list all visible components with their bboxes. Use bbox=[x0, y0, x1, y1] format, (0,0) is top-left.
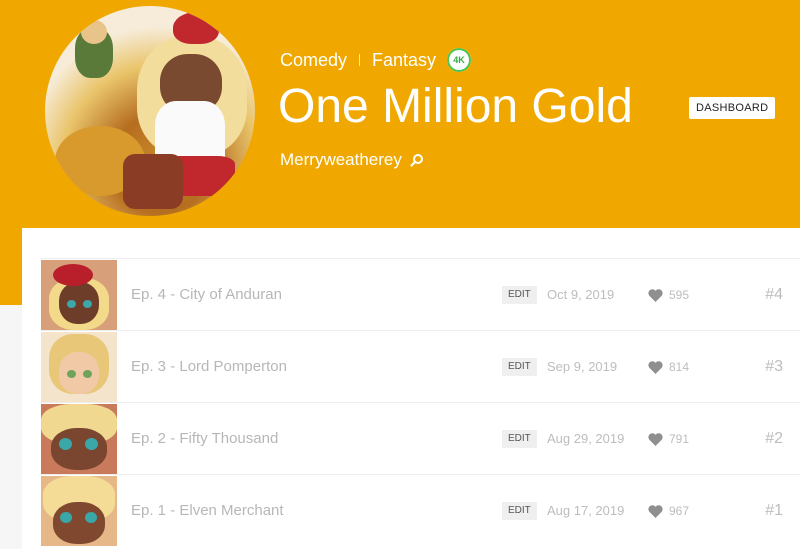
heart-icon bbox=[648, 432, 663, 446]
episode-date: Aug 17, 2019 bbox=[547, 503, 625, 518]
genre-link-comedy[interactable]: Comedy bbox=[280, 50, 347, 71]
episode-number: #1 bbox=[765, 502, 783, 519]
episode-thumbnail[interactable] bbox=[41, 404, 117, 474]
episode-date: Sep 9, 2019 bbox=[547, 359, 618, 374]
edit-button[interactable]: EDIT bbox=[502, 286, 537, 304]
like-count: 967 bbox=[648, 475, 689, 547]
like-count-value: 967 bbox=[669, 504, 690, 518]
heart-icon bbox=[648, 288, 663, 302]
genre-row: Comedy Fantasy 4K bbox=[280, 46, 474, 74]
edit-button[interactable]: EDIT bbox=[502, 358, 537, 376]
search-icon[interactable] bbox=[410, 153, 424, 167]
series-cover-image bbox=[45, 6, 255, 216]
like-count-value: 814 bbox=[669, 360, 690, 374]
episode-row[interactable]: Ep. 2 - Fifty Thousand EDIT Aug 29, 2019… bbox=[41, 402, 800, 474]
episode-thumbnail[interactable] bbox=[41, 332, 117, 402]
episode-date: Oct 9, 2019 bbox=[547, 287, 615, 302]
genre-link-fantasy[interactable]: Fantasy bbox=[372, 50, 436, 71]
episode-title[interactable]: Ep. 1 - Elven Merchant bbox=[131, 475, 284, 547]
episode-date: Aug 29, 2019 bbox=[547, 431, 625, 446]
episode-number: #4 bbox=[765, 286, 783, 303]
author-link[interactable]: Merryweatherey bbox=[280, 150, 402, 170]
quality-badge: 4K bbox=[445, 46, 474, 74]
heart-icon bbox=[648, 360, 663, 374]
episode-thumbnail[interactable] bbox=[41, 476, 117, 546]
series-title: One Million Gold bbox=[278, 80, 633, 133]
episode-row[interactable]: Ep. 4 - City of Anduran EDIT Oct 9, 2019… bbox=[41, 258, 800, 330]
dashboard-button[interactable]: DASHBOARD bbox=[689, 97, 776, 119]
episode-row[interactable]: Ep. 3 - Lord Pomperton EDIT Sep 9, 2019 … bbox=[41, 330, 800, 402]
episode-number: #3 bbox=[765, 358, 783, 375]
episode-title[interactable]: Ep. 4 - City of Anduran bbox=[131, 259, 282, 331]
author-row: Merryweatherey bbox=[280, 148, 424, 172]
like-count: 814 bbox=[648, 331, 689, 403]
edit-button[interactable]: EDIT bbox=[502, 502, 537, 520]
episode-title[interactable]: Ep. 2 - Fifty Thousand bbox=[131, 403, 278, 475]
heart-icon bbox=[648, 504, 663, 518]
genre-separator bbox=[359, 54, 361, 66]
episode-title[interactable]: Ep. 3 - Lord Pomperton bbox=[131, 331, 287, 403]
edit-button[interactable]: EDIT bbox=[502, 430, 537, 448]
like-count-value: 595 bbox=[669, 288, 690, 302]
like-count: 595 bbox=[648, 259, 689, 331]
episode-thumbnail[interactable] bbox=[41, 260, 117, 330]
episode-number: #2 bbox=[765, 430, 783, 447]
like-count-value: 791 bbox=[669, 432, 690, 446]
episode-row[interactable]: Ep. 1 - Elven Merchant EDIT Aug 17, 2019… bbox=[41, 474, 800, 546]
like-count: 791 bbox=[648, 403, 689, 475]
